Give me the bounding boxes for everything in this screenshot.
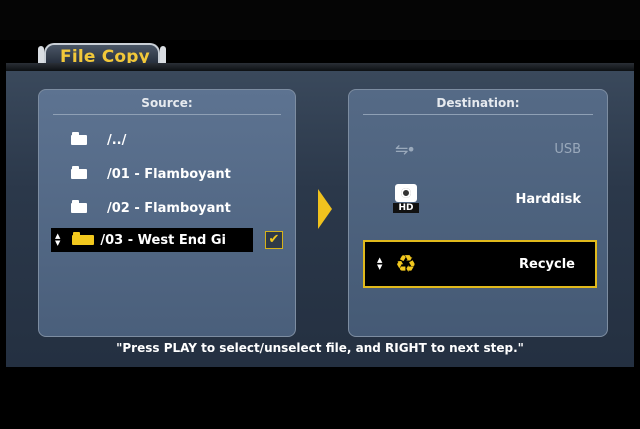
list-item-label: /02 - Flamboyant — [107, 200, 231, 216]
list-item-label: /01 - Flamboyant — [107, 166, 231, 182]
folder-icon — [71, 200, 87, 213]
source-title: Source: — [141, 96, 193, 110]
destination-harddisk[interactable]: HD Harddisk — [355, 182, 601, 216]
list-item-parent[interactable]: /../ — [45, 128, 289, 152]
destination-panel: Destination: ⇋• USB HD Harddisk ▲ ▼ ♻ Re… — [348, 89, 608, 337]
destination-label: Recycle — [519, 256, 575, 272]
list-item-03-selected[interactable]: ▲ ▼ /03 - West End Gi — [51, 228, 253, 252]
down-arrow-icon: ▼ — [377, 263, 383, 271]
folder-icon — [71, 166, 87, 179]
footer-hint: "Press PLAY to select/unselect file, and… — [116, 341, 524, 355]
destination-recycle-selected[interactable]: ▲ ▼ ♻ Recycle — [363, 240, 597, 288]
recycle-icon: ♻ — [395, 250, 417, 278]
select-checkbox[interactable]: ✔ — [265, 231, 283, 249]
folder-icon — [72, 232, 95, 245]
folder-icon — [71, 132, 87, 145]
list-item-02[interactable]: /02 - Flamboyant — [45, 196, 289, 220]
destination-label: USB — [554, 141, 581, 157]
source-divider — [53, 114, 281, 115]
list-item-label: /03 - West End Gi — [100, 232, 226, 248]
header-line — [6, 63, 634, 71]
next-step-arrow-icon — [318, 189, 332, 229]
bottom-band — [0, 367, 640, 429]
screen: File Copy Source: /../ /01 - Flamboyant … — [0, 0, 640, 429]
source-panel: Source: /../ /01 - Flamboyant /02 - Flam… — [38, 89, 296, 337]
usb-icon: ⇋• — [395, 139, 416, 159]
hd-text: HD — [393, 203, 419, 213]
destination-label: Harddisk — [515, 191, 581, 207]
destination-usb[interactable]: ⇋• USB — [355, 132, 601, 166]
up-down-arrows-icon: ▲ ▼ — [55, 233, 60, 247]
down-arrow-icon: ▼ — [55, 239, 61, 247]
up-down-arrows-icon: ▲ ▼ — [377, 257, 382, 271]
list-item-label: /../ — [107, 132, 127, 148]
top-band — [0, 0, 640, 40]
harddisk-icon: HD — [393, 184, 419, 214]
destination-title: Destination: — [436, 96, 520, 110]
destination-divider — [363, 114, 593, 115]
disc-shape — [395, 184, 417, 202]
main-area: Source: /../ /01 - Flamboyant /02 - Flam… — [6, 71, 634, 367]
list-item-01[interactable]: /01 - Flamboyant — [45, 162, 289, 186]
